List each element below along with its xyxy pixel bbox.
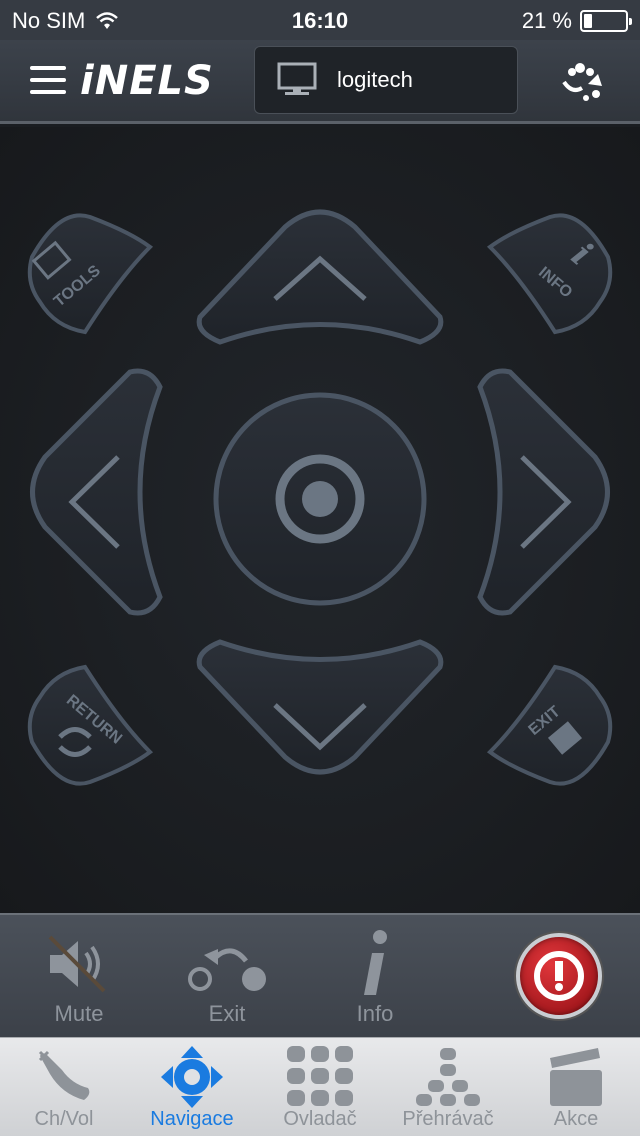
tab-akce[interactable]: Akce	[512, 1038, 640, 1136]
tab-prehravac[interactable]: Přehrávač	[384, 1038, 512, 1136]
power-icon	[534, 951, 584, 1001]
control-bar: Mute Exit Info	[0, 913, 640, 1037]
scenes-icon[interactable]	[558, 60, 610, 104]
info-control-button[interactable]: Info	[320, 923, 430, 1035]
tools-button[interactable]: TOOLS	[26, 213, 154, 335]
menu-icon-line	[30, 78, 66, 82]
tv-icon	[277, 62, 317, 95]
down-button[interactable]	[196, 639, 444, 775]
left-button[interactable]	[30, 368, 163, 616]
app-header: iNELS logitech	[0, 40, 640, 124]
navigation-icon	[161, 1046, 223, 1108]
app-logo: iNELS	[80, 58, 214, 104]
exit-label: Exit	[208, 1001, 246, 1026]
tab-label: Ch/Vol	[34, 1108, 94, 1130]
status-bar: No SIM 16:10 21 %	[0, 0, 640, 40]
clapperboard-icon	[550, 1048, 602, 1106]
info-control-label: Info	[356, 1001, 394, 1026]
power-button[interactable]	[516, 933, 602, 1019]
up-button[interactable]	[196, 209, 444, 345]
exit-button[interactable]: Exit	[172, 923, 282, 1035]
device-name: logitech	[337, 67, 413, 92]
player-icon	[416, 1048, 480, 1106]
info-button[interactable]: i INFO	[486, 213, 613, 335]
return-button[interactable]: RETURN	[27, 664, 154, 786]
remote-pad-svg: TOOLS i INFO RETURN EXIT	[26, 209, 613, 786]
right-button[interactable]	[477, 368, 610, 616]
ok-button[interactable]	[213, 392, 427, 606]
tab-ch-vol[interactable]: Ch/Vol	[0, 1038, 128, 1136]
info-italic-icon	[364, 930, 387, 995]
keypad-icon	[287, 1046, 353, 1106]
channel-volume-icon	[38, 1050, 90, 1100]
battery-fill	[584, 14, 592, 28]
navigation-remote: TOOLS i INFO RETURN EXIT	[0, 127, 640, 913]
tab-label: Navigace	[150, 1108, 234, 1130]
menu-button[interactable]	[30, 66, 66, 96]
tab-ovladac[interactable]: Ovladač	[256, 1038, 384, 1136]
speaker-mute-icon	[48, 935, 106, 993]
mute-label: Mute	[54, 1001, 104, 1026]
device-selector[interactable]: logitech	[254, 46, 518, 114]
battery-icon	[580, 10, 632, 32]
exit-pad-button[interactable]: EXIT	[486, 664, 613, 786]
status-right: 21 %	[521, 8, 632, 34]
ok-dot-icon	[302, 481, 338, 517]
tab-navigace[interactable]: Navigace	[128, 1038, 256, 1136]
exit-arrow-icon	[188, 948, 266, 991]
mute-button[interactable]: Mute	[24, 923, 134, 1035]
tab-label: Přehrávač	[402, 1108, 494, 1130]
tab-label: Ovladač	[283, 1108, 357, 1130]
menu-icon-line	[30, 66, 66, 70]
tab-label: Akce	[553, 1108, 599, 1130]
battery-percent: 21 %	[521, 8, 572, 33]
tab-bar: Ch/Vol Navigace Ovladač Přehrávač Akce	[0, 1037, 640, 1136]
menu-icon-line	[30, 90, 66, 94]
